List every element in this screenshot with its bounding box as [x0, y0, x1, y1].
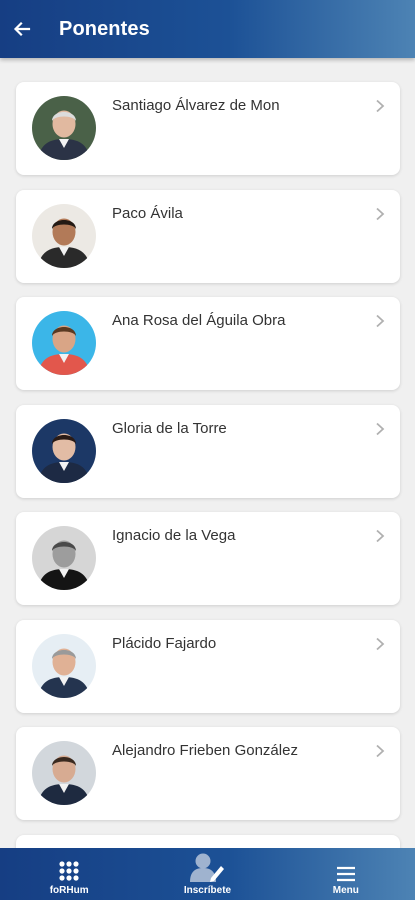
speaker-avatar [32, 633, 96, 698]
speaker-card[interactable]: Alejandro Frieben González [16, 727, 400, 820]
speaker-avatar [32, 418, 96, 483]
speaker-avatar [32, 96, 96, 160]
nav-menu-label: Menu [332, 885, 359, 896]
speaker-name: Alejandro Frieben González [112, 742, 298, 759]
speaker-avatar [32, 526, 96, 590]
chevron-right-icon [374, 314, 386, 328]
speaker-avatar [32, 741, 96, 805]
speaker-name: Ignacio de la Vega [112, 527, 236, 544]
chevron-right-icon [374, 207, 386, 221]
speaker-name: Plácido Fajardo [112, 634, 217, 652]
app-bar: Ponentes [0, 0, 415, 58]
hamburger-icon [336, 866, 355, 882]
speaker-card[interactable]: Paco Ávila [16, 189, 400, 283]
speaker-card[interactable]: Ignacio de la Vega [16, 512, 400, 605]
nav-inscribete-label: Inscríbete [183, 885, 232, 896]
chevron-right-icon [374, 422, 386, 436]
chevron-right-icon [374, 637, 386, 651]
speaker-list: Santiago Álvarez de Mon Paco Ávila Ana Ros… [0, 58, 415, 848]
page-title: Ponentes [59, 17, 150, 40]
nav-forhum[interactable]: foRHum [0, 848, 138, 900]
grid-icon [59, 861, 79, 881]
user-edit-icon [190, 853, 225, 882]
nav-forhum-label: foRHum [49, 885, 89, 896]
speaker-name: Paco Ávila [112, 204, 183, 222]
speaker-card[interactable]: Plácido Fajardo [16, 619, 400, 713]
chevron-right-icon [374, 744, 386, 758]
speaker-card[interactable]: Ana Rosa del Águila Obra [16, 297, 400, 390]
speaker-name: Santiago Álvarez de Mon [112, 97, 280, 114]
chevron-right-icon [374, 99, 386, 113]
speaker-name: Gloria de la Torre [112, 419, 227, 437]
arrow-left-icon [13, 21, 31, 37]
speaker-name: Ana Rosa del Águila Obra [112, 312, 286, 329]
nav-inscribete[interactable]: Inscríbete [138, 848, 276, 900]
chevron-right-icon [374, 529, 386, 543]
nav-menu[interactable]: Menu [277, 848, 415, 900]
bottom-nav: foRHum Inscríbete Menu [0, 848, 415, 900]
speaker-card[interactable] [16, 834, 400, 848]
speaker-card[interactable]: Gloria de la Torre [16, 404, 400, 498]
speaker-avatar [32, 203, 96, 268]
speaker-avatar [32, 311, 96, 375]
speaker-card[interactable]: Santiago Álvarez de Mon [16, 82, 400, 175]
back-button[interactable] [0, 0, 44, 58]
